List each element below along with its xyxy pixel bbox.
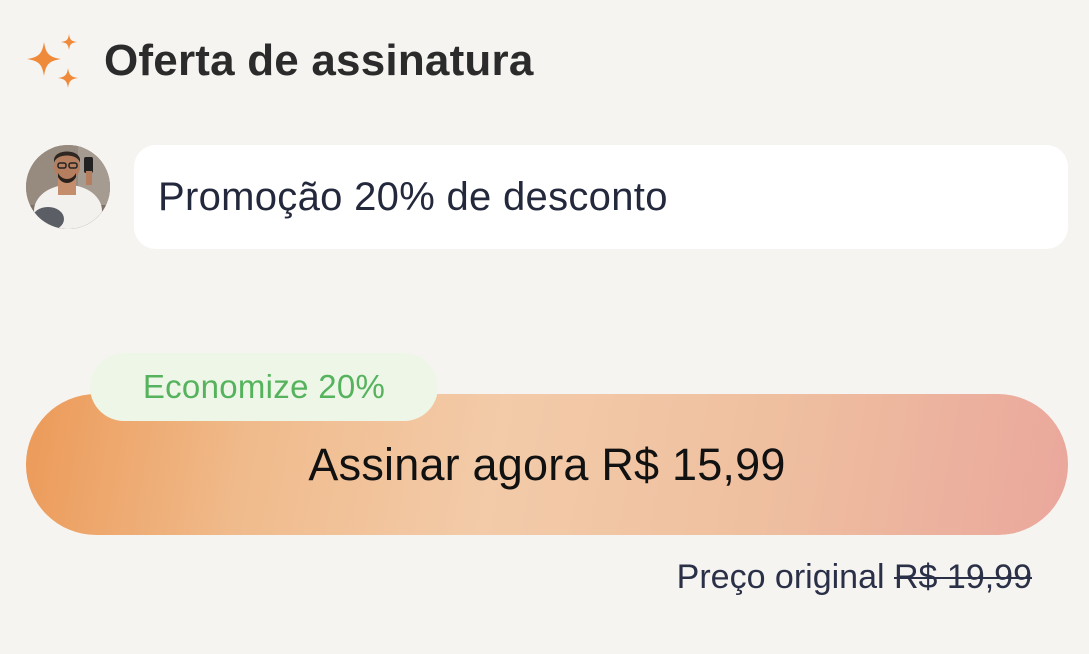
- header: Oferta de assinatura: [24, 30, 534, 92]
- page-title: Oferta de assinatura: [104, 36, 534, 85]
- sparkles-icon: [27, 34, 78, 88]
- message-text: Promoção 20% de desconto: [158, 174, 668, 219]
- original-price-value: R$ 19,99: [894, 558, 1032, 596]
- savings-badge-text: Economize 20%: [142, 368, 386, 405]
- savings-badge: Economize 20%: [90, 353, 438, 421]
- avatar: [26, 145, 110, 229]
- original-price-label: Preço original: [676, 558, 885, 596]
- original-price: Preço original R$ 19,99: [677, 558, 1032, 597]
- subscribe-button-label: Assinar agora R$ 15,99: [308, 438, 786, 490]
- avatar-photo: [26, 145, 110, 229]
- message-card: Promoção 20% de desconto: [134, 145, 1068, 249]
